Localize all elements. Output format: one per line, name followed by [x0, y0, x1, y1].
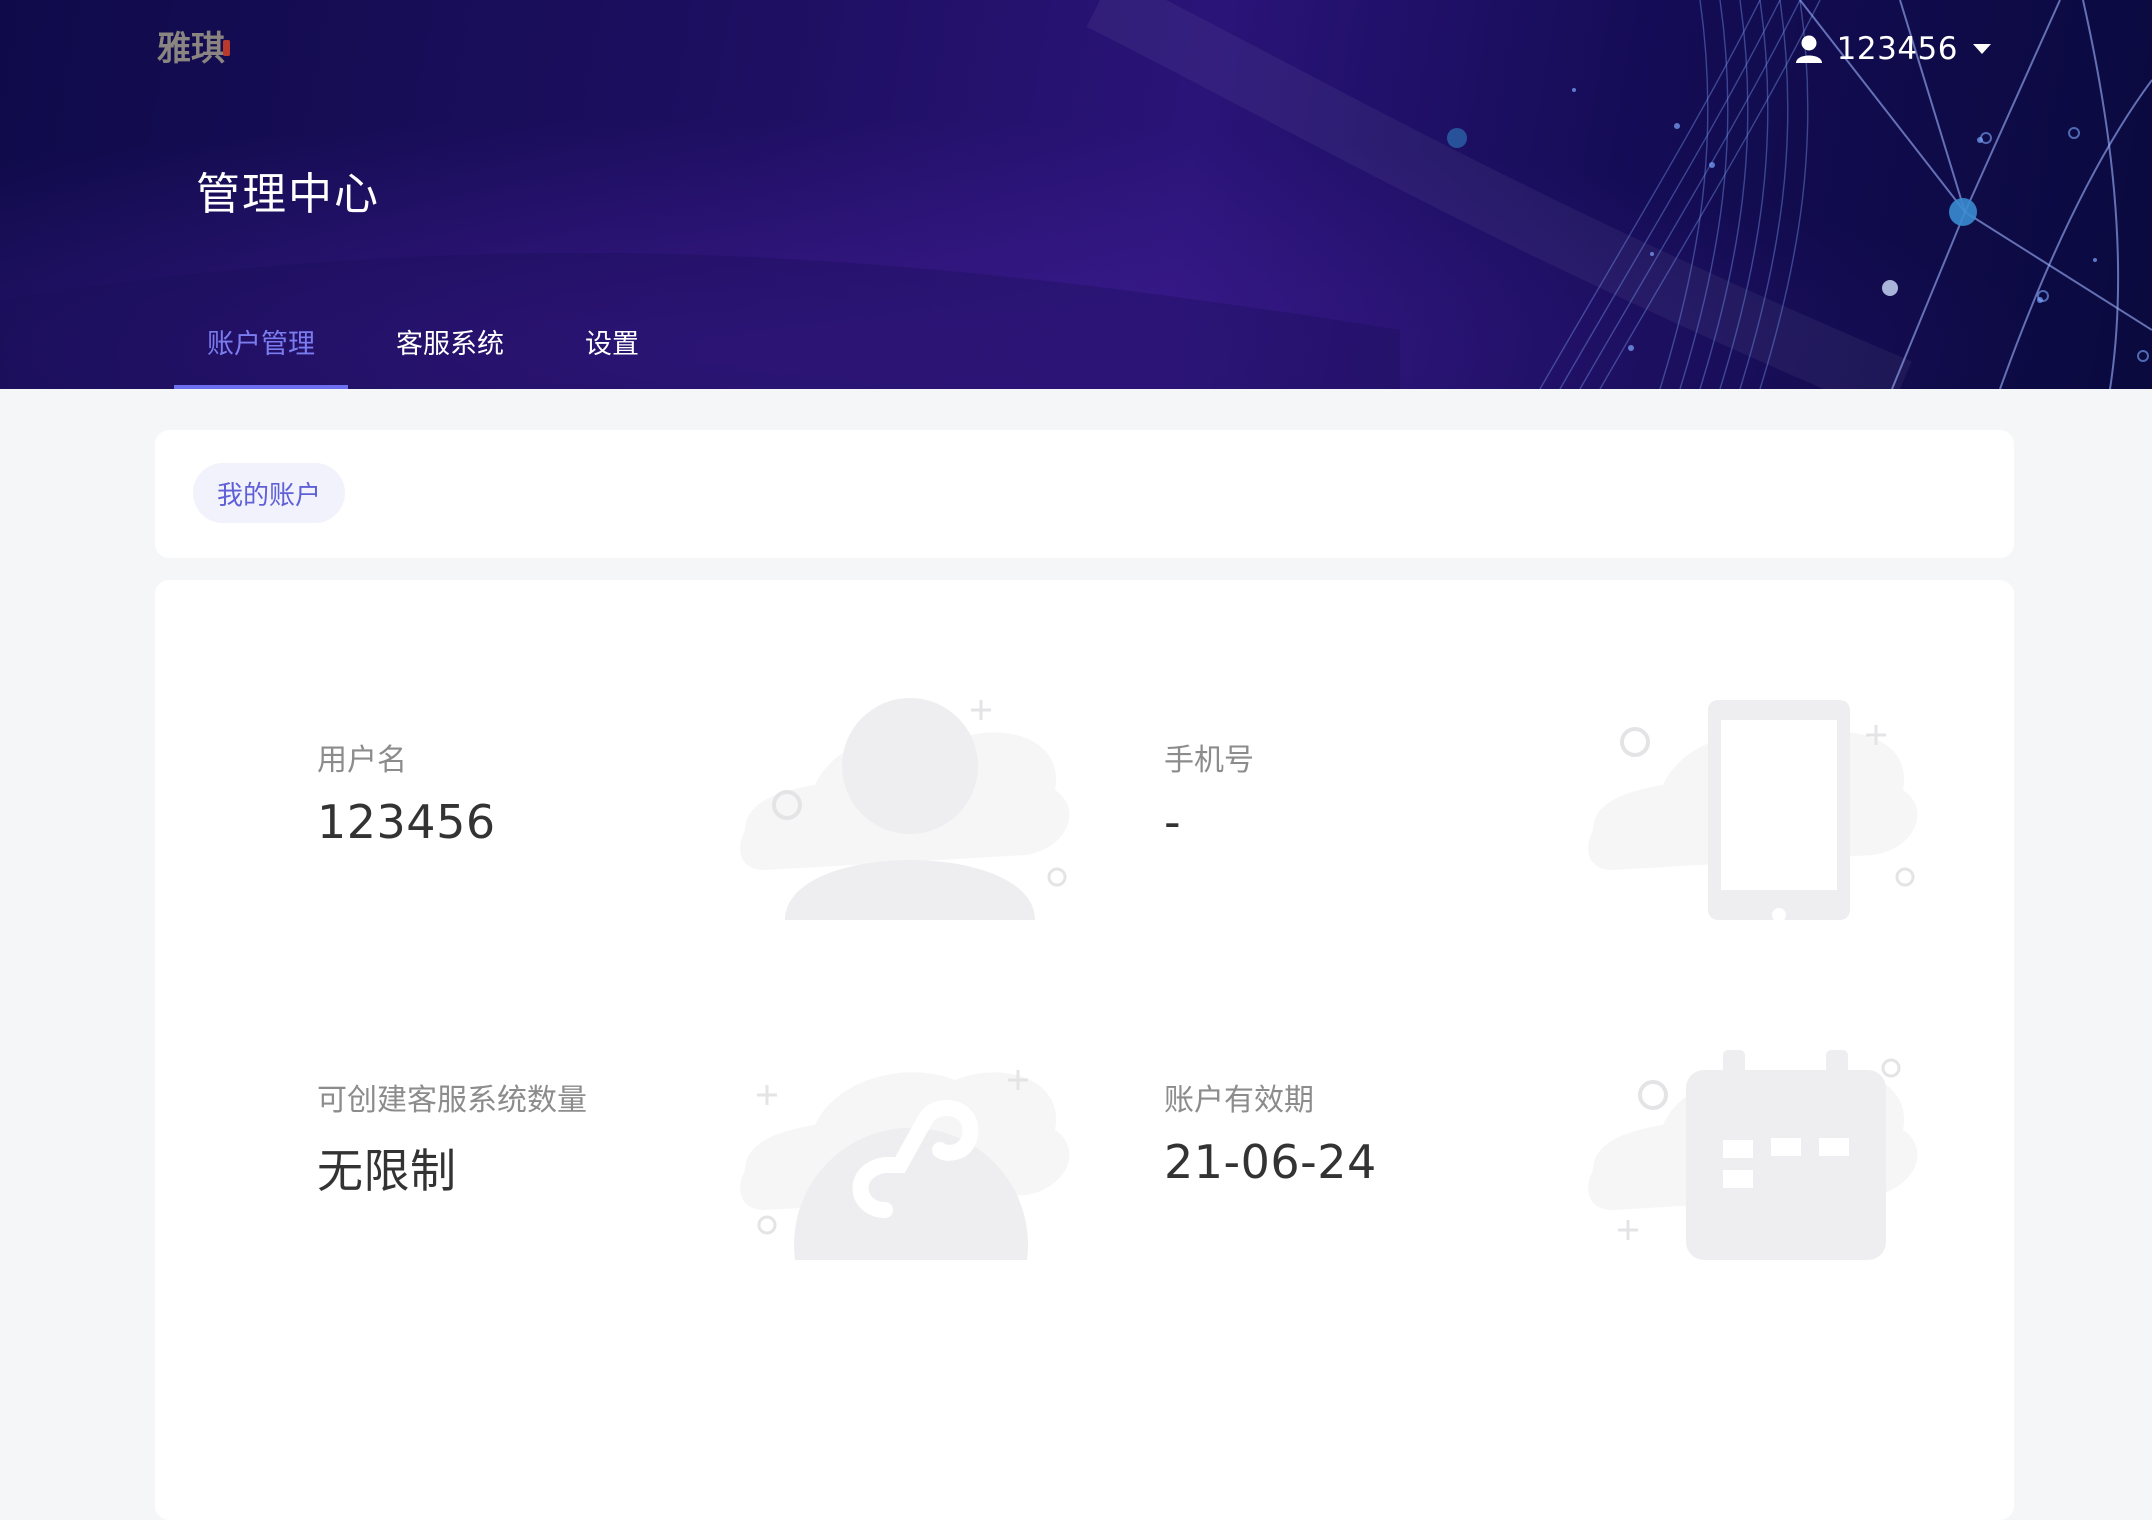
service-count-label: 可创建客服系统数量 — [317, 1083, 587, 1118]
user-menu[interactable]: 123456 — [1795, 27, 1992, 71]
expiry-value: 21-06-24 — [1164, 1135, 1377, 1189]
user-illustration-icon — [740, 698, 1070, 920]
tab-account-management[interactable]: 账户管理 — [174, 300, 348, 389]
username-field: 用户名 123456 — [317, 735, 496, 849]
account-info-card: 用户名 123456 手机号 - 可创建客服系统数量 无限制 账户有效期 21-… — [155, 580, 2014, 1520]
username-value: 123456 — [317, 795, 496, 849]
user-icon — [1795, 35, 1822, 63]
svg-text:雅琪: 雅琪 — [157, 29, 225, 69]
service-count-value: 无限制 — [317, 1144, 457, 1198]
header-banner: 雅琪 123456 管理中心 账户管理 客服系统 设置 — [0, 0, 2152, 389]
page-title: 管理中心 — [196, 169, 380, 220]
phone-field: 手机号 - — [1164, 735, 1254, 849]
main-tabs: 账户管理 客服系统 设置 — [174, 300, 687, 389]
expiry-label: 账户有效期 — [1164, 1083, 1314, 1118]
expiry-field: 账户有效期 21-06-24 — [1164, 1075, 1377, 1189]
my-account-chip[interactable]: 我的账户 — [193, 463, 346, 523]
user-name: 123456 — [1836, 31, 1958, 67]
tab-customer-service-system[interactable]: 客服系统 — [363, 300, 537, 389]
caret-down-icon — [1973, 44, 1991, 54]
calendar-illustration-icon — [1588, 1050, 1918, 1260]
username-label: 用户名 — [317, 743, 407, 778]
phone-value: - — [1164, 795, 1182, 849]
phone-illustration-icon — [1588, 700, 1918, 922]
logo: 雅琪 — [157, 29, 230, 69]
tab-settings[interactable]: 设置 — [552, 300, 672, 389]
service-count-field: 可创建客服系统数量 无限制 — [317, 1075, 587, 1201]
subnav-card: 我的账户 — [155, 430, 2014, 558]
mini-program-illustration-icon — [740, 1070, 1070, 1260]
phone-label: 手机号 — [1164, 743, 1254, 778]
